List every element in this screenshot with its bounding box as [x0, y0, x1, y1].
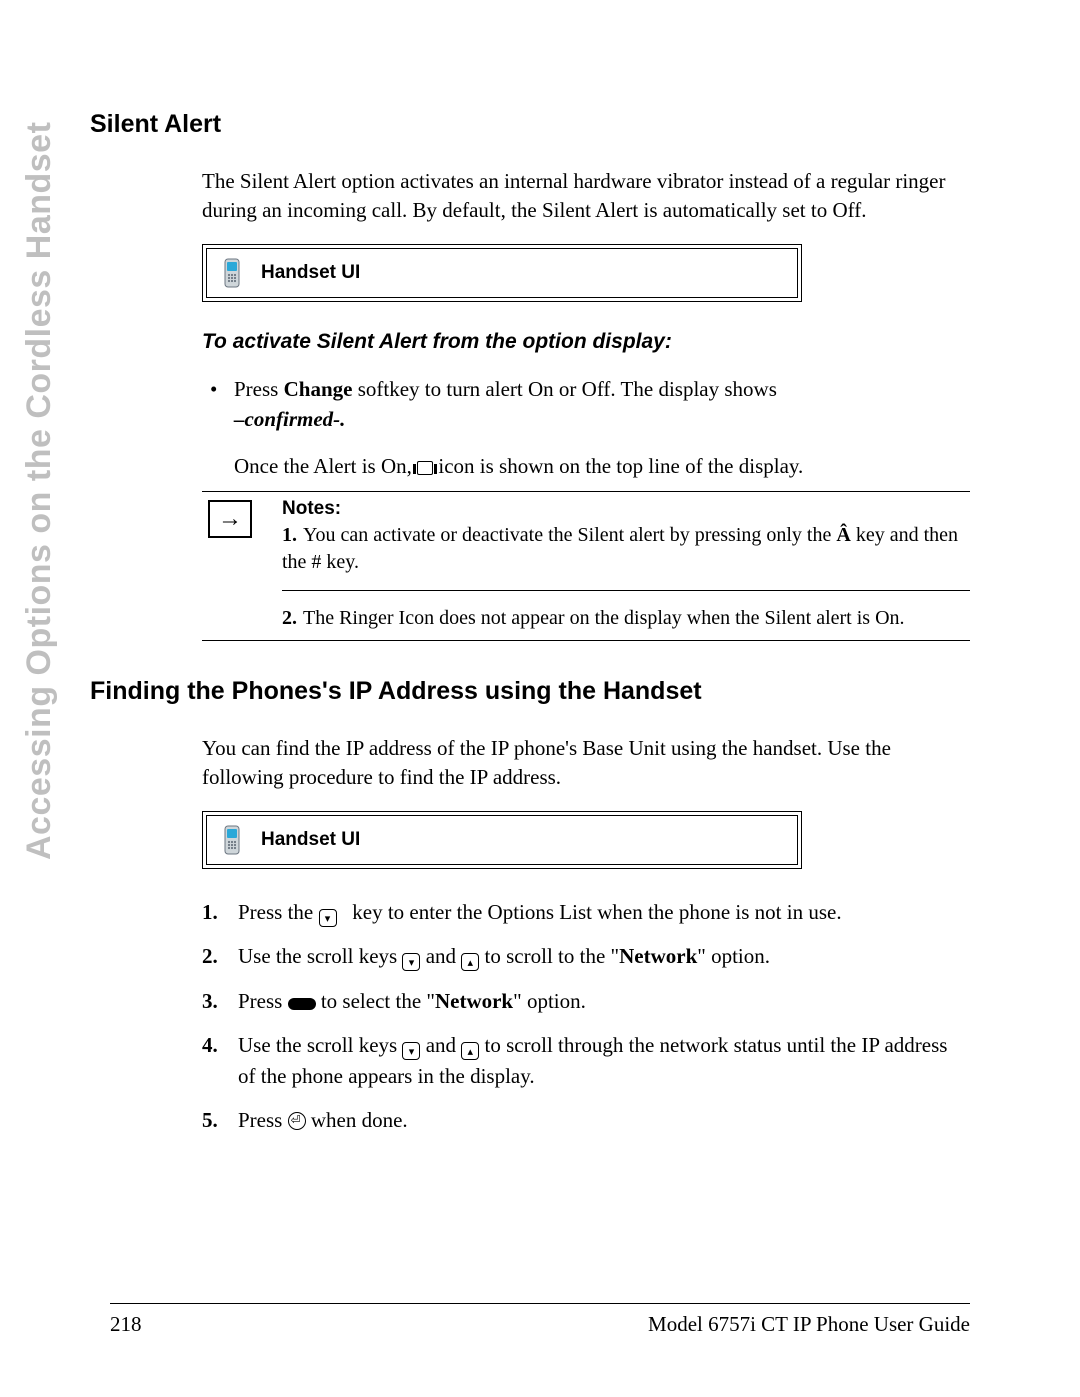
text: and	[420, 1033, 461, 1057]
notes-title: Notes:	[282, 498, 970, 520]
network-option: Network	[619, 944, 697, 968]
handset-ui-box-2: Handset UI	[202, 811, 802, 869]
notes-block: → Notes: 1. You can activate or deactivat…	[202, 491, 970, 641]
ip-steps: Press the key to enter the Options List …	[202, 897, 970, 1136]
down-key-icon	[319, 909, 337, 927]
sidebar-chapter-label: Accessing Options on the Cordless Handse…	[20, 122, 59, 860]
text: Use the scroll keys	[238, 944, 402, 968]
bullet-change-softkey: Press Change softkey to turn alert On or…	[202, 374, 970, 435]
page: Accessing Options on the Cordless Handse…	[0, 0, 1080, 1397]
note-2: 2. The Ringer Icon does not appear on the…	[282, 605, 970, 632]
text: softkey to turn alert On or Off. The dis…	[352, 377, 776, 401]
page-footer: 218 Model 6757i CT IP Phone User Guide	[110, 1303, 970, 1337]
handset-icon	[221, 824, 243, 856]
text: when done.	[306, 1108, 408, 1132]
activate-bullets: Press Change softkey to turn alert On or…	[202, 374, 970, 435]
note-number: 2.	[282, 607, 297, 629]
a-hat-key: Â	[836, 524, 850, 546]
step-1: Press the key to enter the Options List …	[202, 897, 970, 927]
text: You can activate or deactivate the Silen…	[303, 524, 836, 546]
select-key-icon	[288, 998, 316, 1010]
end-key-icon	[288, 1112, 306, 1130]
confirmed-text: –confirmed-.	[234, 407, 345, 431]
step-5: Press when done.	[202, 1105, 970, 1135]
text: Press	[234, 377, 284, 401]
note-1: 1. You can activate or deactivate the Sil…	[282, 522, 970, 576]
text: Use the scroll keys	[238, 1033, 402, 1057]
once-alert-on: Once the Alert is On, icon is shown on t…	[234, 451, 970, 481]
page-number: 218	[110, 1312, 142, 1337]
step-2: Use the scroll keys and to scroll to the…	[202, 941, 970, 971]
handset-ui-label: Handset UI	[261, 262, 360, 284]
note-number: 1.	[282, 524, 297, 546]
text: Press the	[238, 900, 319, 924]
text: Press	[238, 989, 288, 1013]
guide-title: Model 6757i CT IP Phone User Guide	[648, 1312, 970, 1337]
step-3: Press to select the "Network" option.	[202, 986, 970, 1016]
text: Press	[238, 1108, 288, 1132]
text: to select the "	[316, 989, 435, 1013]
network-option: Network	[435, 989, 513, 1013]
text: key to enter the Options List when the p…	[347, 900, 842, 924]
vibrate-icon	[417, 461, 433, 475]
text: Once the Alert is On,	[234, 454, 417, 478]
activate-subheading: To activate Silent Alert from the option…	[202, 330, 970, 354]
up-key-icon	[461, 1042, 479, 1060]
change-key: Change	[284, 377, 353, 401]
silent-alert-intro: The Silent Alert option activates an int…	[202, 167, 970, 226]
text: to scroll to the "	[479, 944, 619, 968]
main-content: Silent Alert The Silent Alert option act…	[90, 110, 970, 1136]
text: and	[420, 944, 461, 968]
step-4: Use the scroll keys and to scroll throug…	[202, 1030, 970, 1091]
ip-address-intro: You can find the IP address of the IP ph…	[202, 734, 970, 793]
text: The Ringer Icon does not appear on the d…	[303, 607, 905, 629]
note-separator	[282, 590, 970, 591]
note-arrow-icon: →	[208, 500, 252, 538]
handset-ui-label: Handset UI	[261, 829, 360, 851]
down-key-icon	[402, 1042, 420, 1060]
handset-ui-box: Handset UI	[202, 244, 802, 302]
text: icon is shown on the top line of the dis…	[433, 454, 803, 478]
up-key-icon	[461, 953, 479, 971]
handset-icon	[221, 257, 243, 289]
text: " option.	[697, 944, 770, 968]
down-key-icon	[402, 953, 420, 971]
text: " option.	[513, 989, 586, 1013]
heading-silent-alert: Silent Alert	[90, 110, 970, 139]
heading-ip-address: Finding the Phones's IP Address using th…	[90, 677, 970, 706]
